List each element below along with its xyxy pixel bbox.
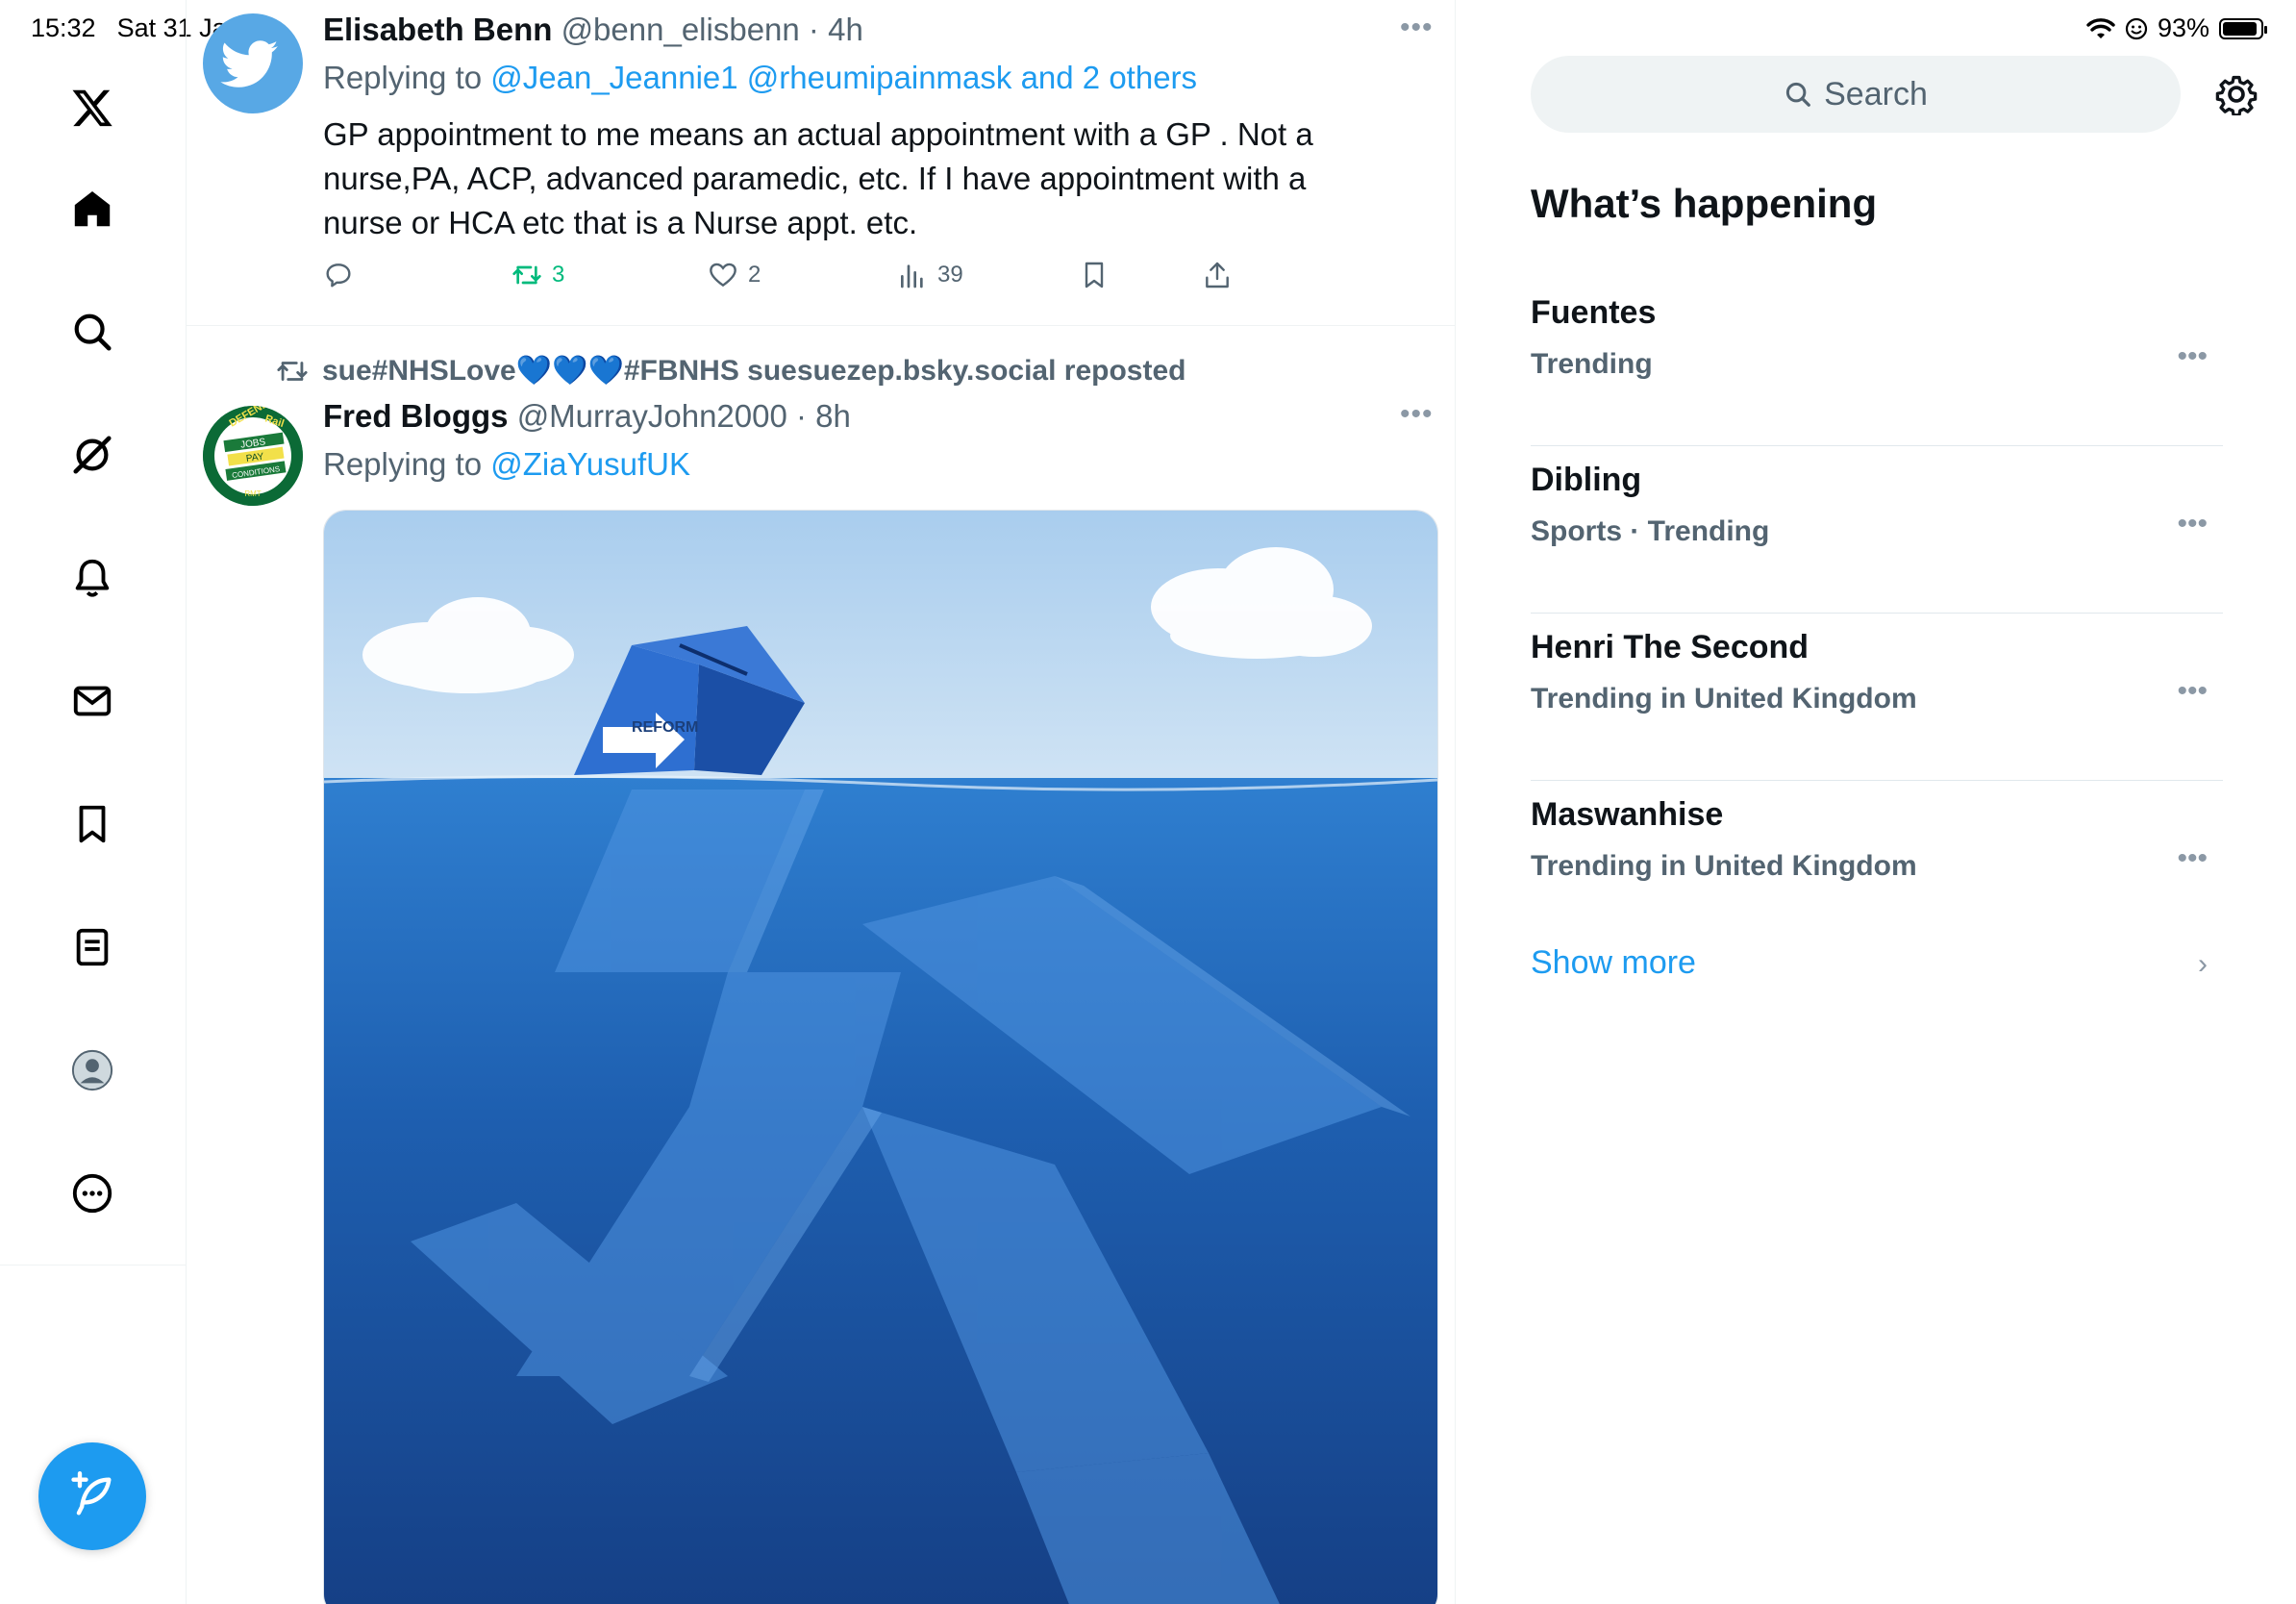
trend-item[interactable]: Maswanhise Trending in United Kingdom ••… (1531, 781, 2223, 896)
search-placeholder: Search (1824, 75, 1928, 113)
timeline: Elisabeth Benn @benn_elisbenn · 4h ••• R… (186, 0, 1456, 1604)
search-icon[interactable] (62, 301, 123, 363)
replying-to-link[interactable]: @ZiaYusufUK (490, 446, 690, 482)
trend-item[interactable]: Dibling Sports · Trending ••• (1531, 446, 2223, 614)
avatar-rmt[interactable]: JOBS PAY CONDITIONS DEFEND Rail RMT (203, 406, 303, 506)
tweet-image[interactable]: REFORM (323, 510, 1438, 1604)
author-handle[interactable]: @MurrayJohn2000 (517, 398, 787, 434)
notifications-icon[interactable] (62, 547, 123, 609)
tweet-time[interactable]: 8h (815, 398, 851, 434)
trend-more-icon[interactable]: ••• (2177, 675, 2208, 708)
wifi-icon (2086, 17, 2115, 38)
author-name[interactable]: Fred Bloggs (323, 398, 509, 434)
repost-icon (277, 361, 308, 381)
trend-item[interactable]: Henri The Second Trending in United King… (1531, 614, 2223, 781)
trend-more-icon[interactable]: ••• (2177, 340, 2208, 373)
profile-icon[interactable] (62, 1040, 123, 1101)
more-options-icon[interactable]: ••• (1400, 398, 1434, 431)
reposter-suffix: #FBNHS suesuezep.bsky.social reposted (623, 355, 1186, 387)
search-input[interactable]: Search (1531, 56, 2181, 133)
grok-icon[interactable] (62, 424, 123, 486)
tweet-header: Fred Bloggs @MurrayJohn2000 · 8h (323, 398, 851, 435)
chevron-right-icon[interactable]: › (2198, 948, 2208, 981)
rmt-badge-icon: JOBS PAY CONDITIONS DEFEND Rail RMT (203, 406, 303, 506)
feather-plus-icon (71, 1471, 112, 1516)
show-more-link[interactable]: Show more (1531, 944, 1696, 982)
bookmarks-icon[interactable] (62, 793, 123, 855)
replying-prefix: Replying to (323, 446, 491, 482)
lists-icon[interactable] (62, 916, 123, 978)
trend-meta: Sports · Trending (1531, 515, 1770, 547)
trend-item[interactable]: Fuentes Trending ••• (1531, 279, 2223, 446)
battery-fill (2223, 21, 2258, 36)
home-icon[interactable] (62, 178, 123, 239)
repost-context: sue#NHSLove💙💙💙#FBNHS suesuezep.bsky.soci… (276, 354, 1185, 388)
whats-happening-title: What’s happening (1531, 181, 1878, 226)
settings-gear-icon[interactable] (2215, 73, 2258, 115)
focus-mode-icon (2125, 17, 2148, 39)
dot-separator: · (786, 398, 816, 434)
replying-to: Replying to @ZiaYusufUK (323, 446, 690, 483)
battery-icon (2219, 17, 2267, 39)
messages-icon[interactable] (62, 670, 123, 732)
reposter-hearts: 💙💙💙 (515, 355, 624, 387)
status-bar-right: 93% (2086, 13, 2267, 43)
trend-meta: Trending in United Kingdom (1531, 683, 1917, 714)
trend-name: Henri The Second (1531, 629, 1809, 665)
trend-more-icon[interactable]: ••• (2177, 508, 2208, 540)
trend-name: Maswanhise (1531, 796, 1724, 833)
compose-post-button[interactable] (38, 1442, 146, 1550)
trend-more-icon[interactable]: ••• (2177, 842, 2208, 875)
nav-divider (0, 1265, 186, 1266)
trend-meta: Trending (1531, 348, 1653, 380)
more-icon[interactable] (62, 1163, 123, 1224)
battery-percent: 93% (2157, 13, 2209, 42)
trend-name: Fuentes (1531, 294, 1657, 331)
search-icon (1786, 82, 1810, 107)
trend-meta: Trending in United Kingdom (1531, 850, 1917, 882)
reposter-name[interactable]: sue#NHSLove💙💙💙#FBNHS suesuezep.bsky.soci… (322, 354, 1185, 388)
reposter-prefix: sue#NHSLove (322, 355, 516, 387)
x-logo-icon[interactable] (62, 77, 123, 138)
trend-name: Dibling (1531, 462, 1642, 498)
tweet-fred-bloggs[interactable]: sue#NHSLove💙💙💙#FBNHS suesuezep.bsky.soci… (186, 0, 1455, 1604)
reform-ballot-box-image: REFORM (324, 511, 1437, 1604)
ballot-box-label: REFORM (632, 719, 698, 736)
left-navigation (0, 0, 187, 1604)
avatar-rmt: RMT (244, 489, 261, 498)
